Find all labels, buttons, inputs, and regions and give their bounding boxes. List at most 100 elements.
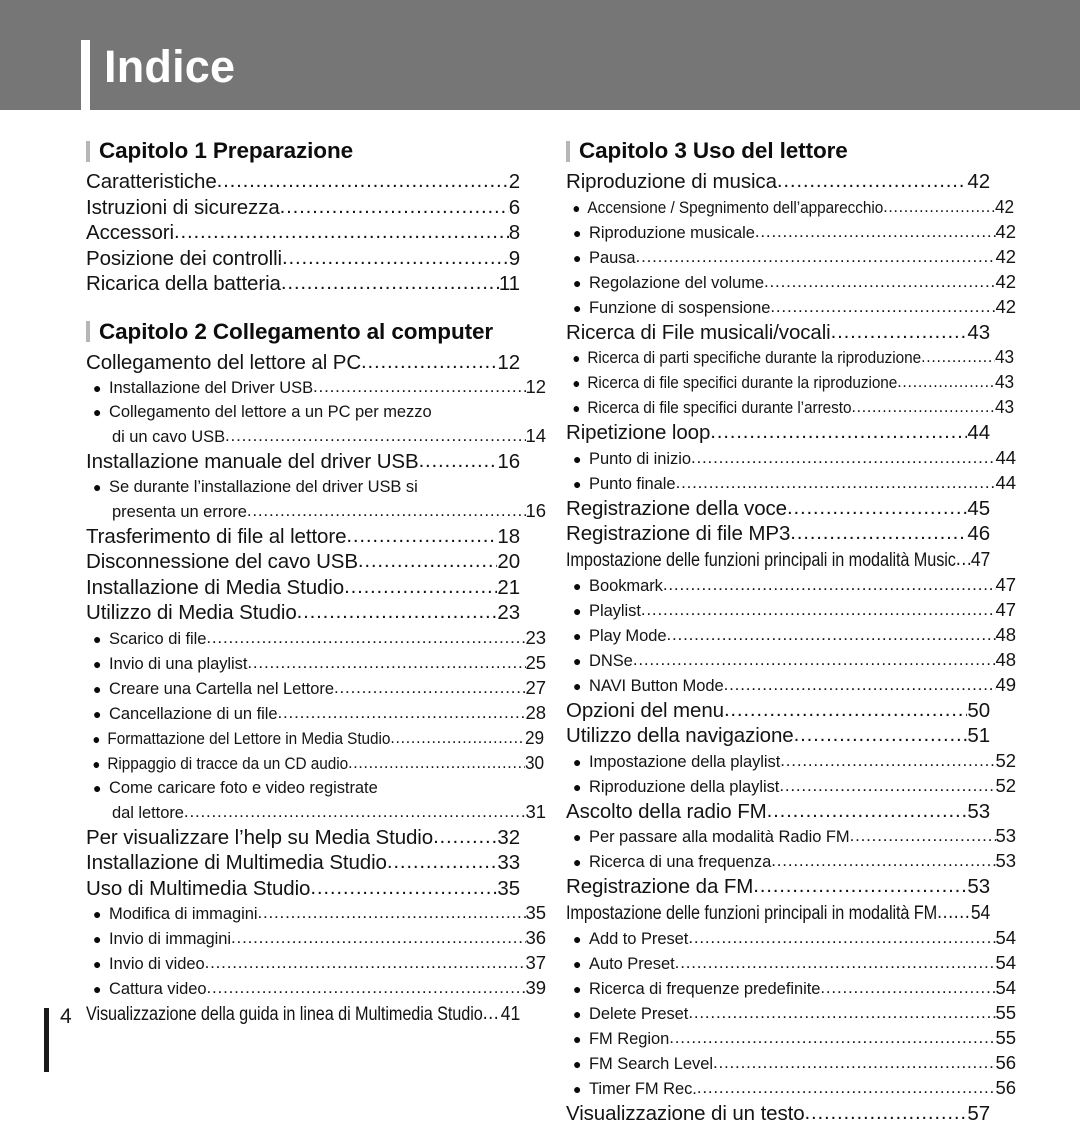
chapter-heading-label: Capitolo 1 Preparazione — [99, 138, 353, 164]
toc-entry-fm-region[interactable]: ●FM Region55 — [566, 1026, 1016, 1051]
toc-entry-label: Ripetizione loop — [566, 420, 710, 446]
toc-entry-istruzioni-di-sicurezza[interactable]: Istruzioni di sicurezza6 — [86, 195, 520, 221]
dot-leader — [281, 271, 499, 296]
toc-entry-page-number: 37 — [526, 951, 546, 975]
toc-entry-trasferimento-di-file-al-lettore[interactable]: Trasferimento di file al lettore18 — [86, 524, 520, 550]
toc-entry-wrap-come-caricare-foto-e-video-registrate[interactable]: ●Come caricare foto e video registrate — [86, 776, 546, 800]
toc-entry-posizione-dei-controlli[interactable]: Posizione dei controlli 9 — [86, 246, 520, 272]
toc-entry-installazione-del-driver-usb[interactable]: ●Installazione del Driver USB 12 — [86, 375, 546, 400]
toc-entry-utilizzo-della-navigazione[interactable]: Utilizzo della navigazione51 — [566, 723, 990, 749]
toc-entry-auto-preset[interactable]: ●Auto Preset54 — [566, 951, 1016, 976]
toc-entry-fm-search-level[interactable]: ●FM Search Level56 — [566, 1051, 1016, 1076]
toc-entry-wrap-collegamento-del-lettore-a-un-pc-per-mezzo[interactable]: ●Collegamento del lettore a un PC per me… — [86, 400, 546, 424]
toc-entry-page-number: 35 — [497, 876, 520, 902]
toc-entry-funzione-di-sospensione[interactable]: ●Funzione di sospensione42 — [566, 295, 1016, 320]
toc-entry-dnse[interactable]: ●DNSe48 — [566, 648, 1016, 673]
toc-entry-pausa[interactable]: ●Pausa 42 — [566, 245, 1016, 270]
toc-entry-accessori[interactable]: Accessori 8 — [86, 220, 520, 246]
toc-entry-ripetizione-loop[interactable]: Ripetizione loop 44 — [566, 420, 990, 446]
toc-entry-punto-finale[interactable]: ●Punto finale44 — [566, 471, 1016, 496]
toc-entry-formattazione-del-lettore-in-media-studio[interactable]: ●Formattazione del Lettore in Media Stud… — [86, 726, 544, 751]
toc-entry-creare-una-cartella-nel-lettore[interactable]: ●Creare una Cartella nel Lettore 27 — [86, 676, 546, 701]
bullet-icon: ● — [573, 251, 589, 265]
toc-entry-presenta-un-errore[interactable]: presenta un errore 16 — [86, 499, 546, 524]
dot-leader — [794, 723, 968, 748]
toc-entry-per-visualizzare-lhelp-su-media-studio[interactable]: Per visualizzare l’help su Media Studio … — [86, 825, 520, 851]
toc-entry-per-passare-alla-modalit-radio-fm[interactable]: ●Per passare alla modalità Radio FM53 — [566, 824, 1016, 849]
toc-entry-page-number: 42 — [996, 220, 1016, 244]
toc-entry-collegamento-del-lettore-al-pc[interactable]: Collegamento del lettore al PC 12 — [86, 350, 520, 376]
toc-entry-page-number: 52 — [996, 774, 1016, 798]
toc-entry-registrazione-della-voce[interactable]: Registrazione della voce45 — [566, 496, 990, 522]
toc-entry-invio-di-una-playlist[interactable]: ●Invio di una playlist25 — [86, 651, 546, 676]
toc-entry-cancellazione-di-un-file[interactable]: ●Cancellazione di un file 28 — [86, 701, 546, 726]
toc-entry-riproduzione-di-musica[interactable]: Riproduzione di musica 42 — [566, 169, 990, 195]
toc-entry-wrap-se-durante-linstallazione-del-driver-usb-si[interactable]: ●Se durante l’installazione del driver U… — [86, 475, 546, 499]
toc-entry-label: FM Region — [589, 1027, 669, 1051]
toc-entry-ricerca-di-file-musicali-vocali[interactable]: Ricerca di File musicali/vocali 43 — [566, 320, 990, 346]
toc-entry-playlist[interactable]: ●Playlist 47 — [566, 598, 1016, 623]
toc-entry-dal-lettore[interactable]: dal lettore 31 — [86, 800, 546, 825]
toc-entry-add-to-preset[interactable]: ●Add to Preset 54 — [566, 926, 1016, 951]
toc-entry-delete-preset[interactable]: ●Delete Preset 55 — [566, 1001, 1016, 1026]
toc-entry-ricarica-della-batteria[interactable]: Ricarica della batteria 11 — [86, 271, 520, 297]
toc-entry-page-number: 47 — [996, 598, 1016, 622]
toc-entry-label: Ascolto della radio FM — [566, 799, 767, 825]
toc-entry-label: Accessori — [86, 220, 174, 246]
toc-entry-opzioni-del-menu[interactable]: Opzioni del menu 50 — [566, 698, 990, 724]
toc-entry-page-number: 55 — [996, 1026, 1016, 1050]
toc-entry-uso-di-multimedia-studio[interactable]: Uso di Multimedia Studio 35 — [86, 876, 520, 902]
toc-entry-label: Pausa — [589, 246, 636, 270]
toc-entry-accensione-spegnimento-dellapparecchio[interactable]: ●Accensione / Spegnimento dell’apparecch… — [566, 195, 1014, 220]
toc-entry-invio-di-video[interactable]: ●Invio di video 37 — [86, 951, 546, 976]
dot-leader — [205, 951, 526, 975]
toc-entry-rippaggio-di-tracce-da-un-cd-audio[interactable]: ●Rippaggio di tracce da un CD audio 30 — [86, 751, 544, 776]
page-header-bar: Indice — [0, 0, 1080, 110]
toc-entry-bookmark[interactable]: ●Bookmark47 — [566, 573, 1016, 598]
bullet-icon: ● — [573, 830, 589, 844]
dot-leader — [724, 673, 996, 697]
toc-entry-riproduzione-musicale[interactable]: ●Riproduzione musicale 42 — [566, 220, 1016, 245]
toc-entry-ricerca-di-file-specifici-durante-larresto[interactable]: ●Ricerca di file specifici durante l’arr… — [566, 395, 1014, 420]
toc-entry-visualizzazione-di-un-testo[interactable]: Visualizzazione di un testo 57 — [566, 1101, 990, 1126]
toc-entry-ricerca-di-una-frequenza[interactable]: ●Ricerca di una frequenza53 — [566, 849, 1016, 874]
toc-entry-scarico-di-file[interactable]: ●Scarico di file 23 — [86, 626, 546, 651]
toc-entry-regolazione-del-volume[interactable]: ●Regolazione del volume 42 — [566, 270, 1016, 295]
toc-entry-installazione-manuale-del-driver-usb[interactable]: Installazione manuale del driver USB 16 — [86, 449, 520, 475]
toc-entry-modifica-di-immagini[interactable]: ●Modifica di immagini35 — [86, 901, 546, 926]
toc-entry-caratteristiche[interactable]: Caratteristiche2 — [86, 169, 520, 195]
toc-entry-impostazione-delle-funzioni-principali-in-modali[interactable]: Impostazione delle funzioni principali i… — [566, 547, 990, 573]
toc-entry-di-un-cavo-usb[interactable]: di un cavo USB14 — [86, 424, 546, 449]
dot-leader — [676, 471, 996, 495]
bullet-icon: ● — [573, 401, 588, 415]
toc-entry-registrazione-di-file-mp3[interactable]: Registrazione di file MP3 46 — [566, 521, 990, 547]
toc-entry-timer-fm-rec[interactable]: ●Timer FM Rec. 56 — [566, 1076, 1016, 1101]
toc-entry-invio-di-immagini[interactable]: ●Invio di immagini 36 — [86, 926, 546, 951]
toc-entry-navi-button-mode[interactable]: ●NAVI Button Mode 49 — [566, 673, 1016, 698]
toc-entry-utilizzo-di-media-studio[interactable]: Utilizzo di Media Studio23 — [86, 600, 520, 626]
dot-leader — [346, 524, 497, 549]
bullet-icon: ● — [573, 629, 589, 643]
toc-entry-label: Uso di Multimedia Studio — [86, 876, 310, 902]
page-title: Indice — [104, 44, 235, 89]
toc-entry-punto-di-inizio[interactable]: ●Punto di inizio44 — [566, 446, 1016, 471]
toc-entry-registrazione-da-fm[interactable]: Registrazione da FM53 — [566, 874, 990, 900]
toc-entry-ricerca-di-file-specifici-durante-la-riproduzion[interactable]: ●Ricerca di file specifici durante la ri… — [566, 370, 1014, 395]
toc-entry-riproduzione-della-playlist[interactable]: ●Riproduzione della playlist52 — [566, 774, 1016, 799]
toc-entry-ricerca-di-frequenze-predefinite[interactable]: ●Ricerca di frequenze predefinite 54 — [566, 976, 1016, 1001]
toc-entry-play-mode[interactable]: ●Play Mode 48 — [566, 623, 1016, 648]
toc-entry-impostazione-della-playlist[interactable]: ●Impostazione della playlist 52 — [566, 749, 1016, 774]
dot-leader — [231, 926, 525, 950]
dot-leader — [247, 651, 525, 675]
dot-leader — [334, 676, 526, 700]
toc-entry-cattura-video[interactable]: ●Cattura video 39 — [86, 976, 546, 1001]
toc-entry-impostazione-delle-funzioni-principali-in-modali[interactable]: Impostazione delle funzioni principali i… — [566, 900, 990, 926]
toc-entry-ricerca-di-parti-specifiche-durante-la-riproduzi[interactable]: ●Ricerca di parti specifiche durante la … — [566, 345, 1014, 370]
toc-entry-label: Play Mode — [589, 624, 667, 648]
toc-entry-label: Ricerca di parti specifiche durante la r… — [587, 346, 921, 370]
toc-entry-installazione-di-media-studio[interactable]: Installazione di Media Studio 21 — [86, 575, 520, 601]
toc-entry-ascolto-della-radio-fm[interactable]: Ascolto della radio FM 53 — [566, 799, 990, 825]
toc-entry-visualizzazione-della-guida-in-linea-di-multimed[interactable]: Visualizzazione della guida in linea di … — [86, 1001, 520, 1027]
toc-entry-installazione-di-multimedia-studio[interactable]: Installazione di Multimedia Studio33 — [86, 850, 520, 876]
toc-entry-disconnessione-del-cavo-usb[interactable]: Disconnessione del cavo USB20 — [86, 549, 520, 575]
